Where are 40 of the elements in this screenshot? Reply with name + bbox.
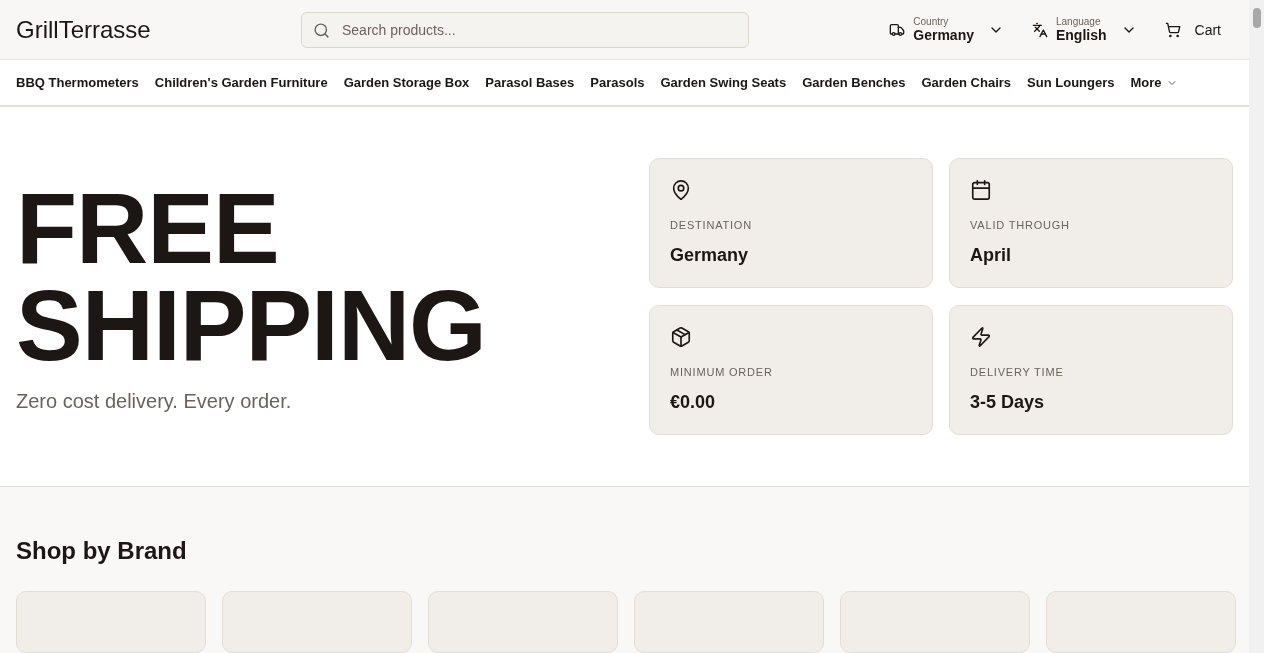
logo[interactable]: GrillTerrasse xyxy=(16,15,301,44)
category-link[interactable]: Children's Garden Furniture xyxy=(154,75,328,91)
search-icon xyxy=(313,21,330,39)
translate-icon xyxy=(1032,21,1048,38)
info-value: 3-5 Days xyxy=(970,392,1046,414)
info-value: €0.00 xyxy=(670,392,717,414)
category-link[interactable]: Garden Swing Seats xyxy=(660,75,787,91)
brand-card[interactable] xyxy=(634,591,824,653)
category-link[interactable]: Garden Benches xyxy=(802,75,906,91)
category-link[interactable]: Parasols xyxy=(590,75,645,91)
brand-card[interactable] xyxy=(840,591,1030,653)
category-link[interactable]: Parasol Bases xyxy=(485,75,575,91)
category-link[interactable]: Sun Loungers xyxy=(1027,75,1115,91)
category-link[interactable]: BBQ Thermometers xyxy=(16,75,139,91)
truck-icon xyxy=(889,21,906,38)
country-selector[interactable]: Country Germany xyxy=(889,16,1004,44)
cart-icon xyxy=(1164,21,1181,38)
brand-card[interactable] xyxy=(16,591,206,653)
info-label: MINIMUM ORDER xyxy=(670,366,774,379)
info-label: DESTINATION xyxy=(670,219,753,232)
language-selector[interactable]: Language English xyxy=(1032,16,1137,44)
cart-button[interactable]: Cart xyxy=(1164,21,1233,38)
info-label: DELIVERY TIME xyxy=(970,366,1065,379)
category-link[interactable]: Garden Storage Box xyxy=(343,75,470,91)
more-menu[interactable]: More xyxy=(1130,75,1178,91)
hero-title: FREE SHIPPING xyxy=(16,180,487,375)
info-label: VALID THROUGH xyxy=(970,219,1071,232)
package-icon xyxy=(670,326,692,349)
calendar-icon xyxy=(970,179,992,202)
section-heading: Shop by Brand xyxy=(16,537,188,565)
brand-card[interactable] xyxy=(428,591,618,653)
category-link[interactable]: Garden Chairs xyxy=(921,75,1012,91)
map-pin-icon xyxy=(670,179,692,202)
search-field[interactable]: Search products... xyxy=(301,11,749,48)
lightning-icon xyxy=(970,326,992,349)
hero-subtitle: Zero cost delivery. Every order. xyxy=(16,390,293,414)
brand-card[interactable] xyxy=(222,591,412,653)
info-value: Germany xyxy=(670,245,750,267)
brand-card[interactable] xyxy=(1046,591,1236,653)
info-value: April xyxy=(970,245,1012,267)
